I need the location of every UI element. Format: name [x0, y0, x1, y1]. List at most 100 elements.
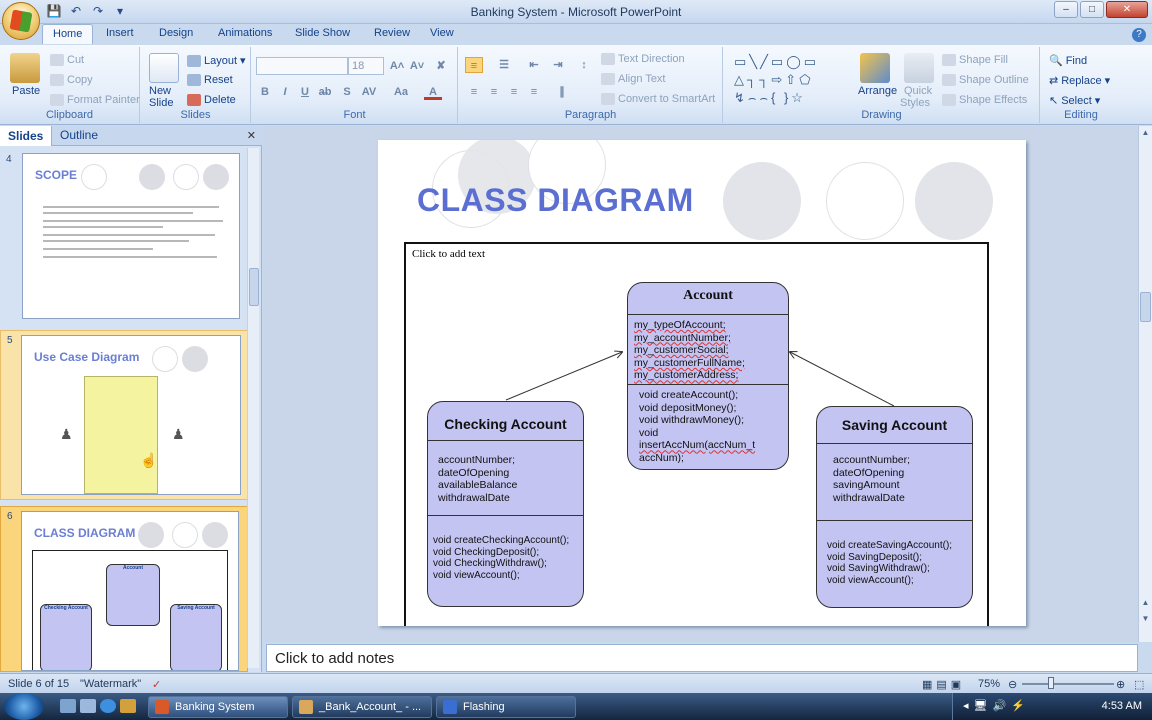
delete-button[interactable]: Delete	[187, 94, 236, 106]
copy-button[interactable]: Copy	[50, 74, 93, 86]
align-center-icon[interactable]: ≡	[485, 84, 503, 100]
taskbar-item-bank-account[interactable]: _Bank_Account_ - ...	[292, 696, 432, 718]
scroll-up-icon[interactable]: ▲	[1140, 128, 1151, 137]
quick-styles-line2[interactable]: Styles	[900, 97, 930, 109]
class-account[interactable]: Account my_typeOfAccount; my_accountNumb…	[627, 282, 789, 470]
tray-icons[interactable]: ◂🖥🔊⚡	[963, 699, 1030, 712]
clock[interactable]: 4:53 AM	[1102, 700, 1142, 712]
align-right-icon[interactable]: ≡	[505, 84, 523, 100]
close-button[interactable]: ✕	[1106, 1, 1148, 18]
prev-slide-icon[interactable]: ▲	[1140, 598, 1151, 607]
fit-to-window-icon[interactable]: ⬚	[1134, 678, 1144, 691]
justify-icon[interactable]: ≡	[525, 84, 543, 100]
zoom-level[interactable]: 75%	[978, 678, 1000, 690]
slides-pane-scrollbar[interactable]	[247, 148, 259, 668]
shrink-font-button[interactable]: A˅	[408, 58, 426, 74]
clear-formatting-icon[interactable]: ✘	[432, 58, 450, 74]
grow-font-button[interactable]: A˄	[388, 58, 406, 74]
replace-button[interactable]: ⇄ Replace ▾	[1049, 74, 1110, 88]
layout-button[interactable]: Layout ▾	[187, 54, 246, 67]
text-direction-button[interactable]: Text Direction	[601, 53, 685, 65]
main-vertical-scrollbar[interactable]: ▲ ▲ ▼	[1138, 126, 1152, 642]
columns-icon[interactable]: ∥	[553, 84, 571, 100]
taskbar-item-powerpoint[interactable]: Banking System	[148, 696, 288, 718]
increase-indent-icon[interactable]: ⇥	[549, 57, 567, 73]
tab-review[interactable]: Review	[374, 27, 410, 39]
zoom-slider[interactable]	[1022, 683, 1114, 685]
notes-pane[interactable]: Click to add notes	[266, 644, 1138, 672]
arrange-button[interactable]: Arrange	[858, 85, 897, 97]
paste-icon[interactable]	[10, 53, 40, 83]
minimize-button[interactable]: –	[1054, 1, 1078, 18]
scrollbar-thumb[interactable]	[249, 268, 259, 306]
help-icon[interactable]: ?	[1132, 28, 1146, 42]
quick-styles-line1[interactable]: Quick	[904, 85, 932, 97]
internet-explorer-icon[interactable]	[100, 699, 116, 713]
font-size-combo[interactable]: 18	[348, 57, 384, 75]
class-checking-account[interactable]: Checking Account accountNumber; dateOfOp…	[427, 401, 584, 607]
shape-outline-button[interactable]: Shape Outline	[942, 74, 1029, 86]
office-button[interactable]	[2, 2, 40, 40]
shape-effects-button[interactable]: Shape Effects	[942, 94, 1027, 106]
content-placeholder[interactable]: Click to add text Account my_typeOfAccou…	[404, 242, 989, 626]
tab-outline[interactable]: Outline	[60, 128, 98, 142]
bold-button[interactable]: B	[256, 84, 274, 100]
zoom-out-icon[interactable]: ⊖	[1008, 678, 1017, 691]
current-slide[interactable]: CLASS DIAGRAM Click to add text Account …	[378, 140, 1026, 626]
slide-thumbnail-4[interactable]: 4 SCOPE	[0, 150, 248, 324]
tab-slide-show[interactable]: Slide Show	[295, 27, 350, 39]
line-spacing-icon[interactable]: ↕	[575, 57, 593, 73]
underline-button[interactable]: U	[296, 84, 314, 100]
convert-smartart-button[interactable]: Convert to SmartArt	[601, 93, 715, 105]
tab-view[interactable]: View	[430, 27, 454, 39]
zoom-slider-knob[interactable]	[1048, 677, 1054, 689]
char-spacing-button[interactable]: AV	[360, 84, 378, 100]
slide-thumbnail-6[interactable]: 6 CLASS DIAGRAM Account Checking Account…	[0, 506, 248, 672]
italic-button[interactable]: I	[276, 84, 294, 100]
spell-check-icon[interactable]: ✓	[152, 678, 161, 691]
tab-animations[interactable]: Animations	[218, 27, 272, 39]
next-slide-icon[interactable]: ▼	[1140, 614, 1151, 623]
quick-styles-icon[interactable]	[904, 53, 934, 83]
cut-button[interactable]: Cut	[50, 54, 84, 66]
maximize-button[interactable]: □	[1080, 1, 1104, 18]
select-button[interactable]: ↖ Select ▾	[1049, 94, 1100, 108]
switch-windows-icon[interactable]	[80, 699, 96, 713]
new-slide-icon[interactable]	[149, 53, 179, 83]
format-painter-button[interactable]: Format Painter	[50, 94, 140, 106]
decrease-indent-icon[interactable]: ⇤	[525, 57, 543, 73]
reset-button[interactable]: Reset	[187, 74, 233, 86]
shapes-gallery[interactable]: ▭╲╱▭◯▭ △┐┐⇨⇧⬠ ↯⌢⌢{ }☆	[734, 53, 846, 107]
shadow-button[interactable]: S	[338, 84, 356, 100]
strikethrough-button[interactable]: a̶b	[316, 84, 334, 100]
slide-title[interactable]: CLASS DIAGRAM	[417, 182, 694, 219]
show-desktop-icon[interactable]	[60, 699, 76, 713]
folder-icon[interactable]	[120, 699, 136, 713]
font-name-combo[interactable]	[256, 57, 348, 75]
align-text-button[interactable]: Align Text	[601, 73, 666, 85]
numbering-icon[interactable]: ☰	[495, 57, 513, 73]
align-left-icon[interactable]: ≡	[465, 84, 483, 100]
change-case-button[interactable]: Aa	[392, 84, 410, 100]
zoom-in-icon[interactable]: ⊕	[1116, 678, 1125, 691]
shape-fill-button[interactable]: Shape Fill	[942, 54, 1008, 66]
taskbar-item-flashing[interactable]: Flashing	[436, 696, 576, 718]
arrange-icon[interactable]	[860, 53, 890, 83]
tab-slides[interactable]: Slides	[0, 126, 53, 146]
bullets-icon[interactable]: ≡	[465, 57, 483, 73]
tab-design[interactable]: Design	[159, 27, 193, 39]
tab-home[interactable]: Home	[42, 24, 94, 44]
paste-button[interactable]: Paste	[12, 85, 40, 97]
close-pane-icon[interactable]: ✕	[247, 129, 256, 142]
slide-thumbnail-5[interactable]: 5 Use Case Diagram ♟ ♟ ☝	[0, 330, 248, 500]
scrollbar-thumb[interactable]	[1140, 292, 1151, 322]
new-slide-button-line2[interactable]: Slide	[149, 97, 173, 109]
divider	[428, 440, 583, 441]
view-buttons[interactable]: ▦▤▣	[922, 678, 965, 691]
font-color-button[interactable]: A	[424, 84, 442, 100]
start-button[interactable]	[4, 693, 44, 720]
new-slide-button-line1[interactable]: New	[149, 85, 171, 97]
find-button[interactable]: 🔍 Find	[1049, 54, 1087, 68]
tab-insert[interactable]: Insert	[106, 27, 134, 39]
class-saving-account[interactable]: Saving Account accountNumber; dateOfOpen…	[816, 406, 973, 608]
